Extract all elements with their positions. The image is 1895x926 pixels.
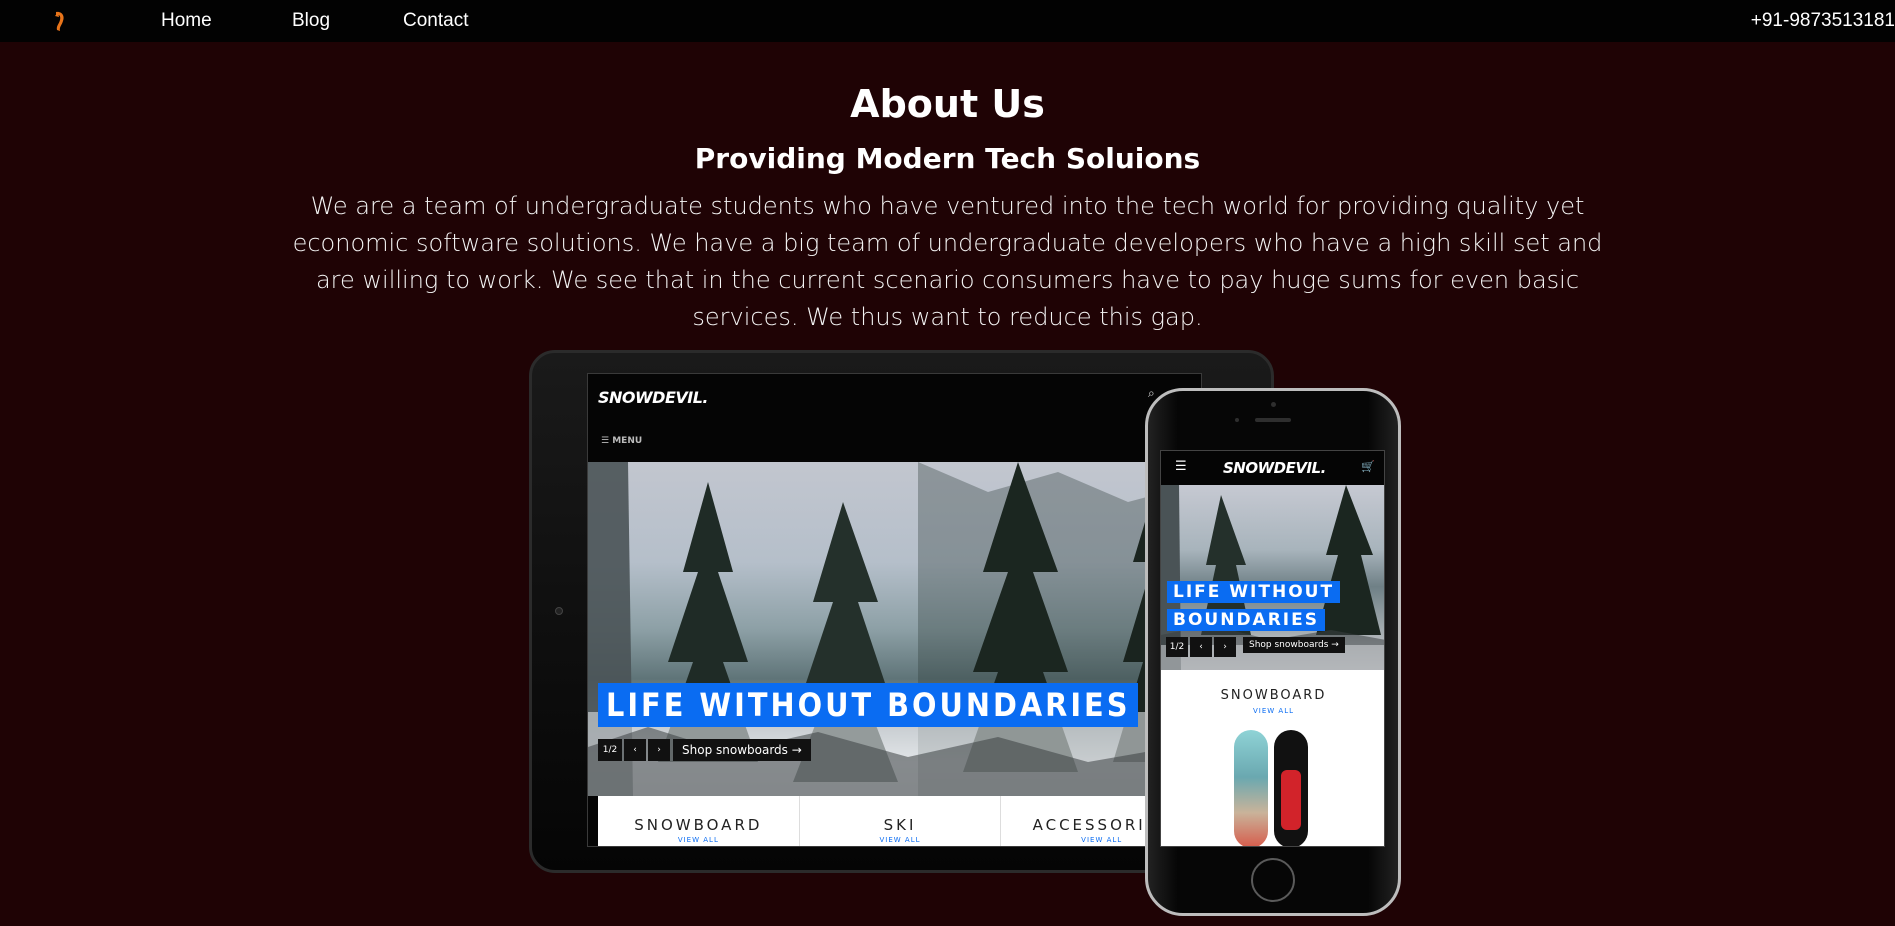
phone-brand-logo: SNOWDEVIL. [1223, 459, 1326, 477]
logo-icon[interactable] [50, 9, 70, 33]
nav-blog-link[interactable]: Blog [292, 10, 330, 32]
phone-prev-button[interactable]: ‹ [1190, 637, 1212, 657]
phone-slide-pager: 1/2 [1166, 637, 1188, 657]
cart-icon: 🛒 [1361, 460, 1375, 473]
category-card[interactable]: SNOWBOARD VIEW ALL [598, 796, 800, 846]
nav-contact-link[interactable]: Contact [403, 10, 468, 32]
search-icon: ⌕ [1148, 386, 1155, 400]
view-all-link[interactable]: VIEW ALL [800, 836, 1001, 844]
phone-hero-line2: BOUNDARIES [1167, 609, 1325, 631]
phone-next-button[interactable]: › [1214, 637, 1236, 657]
tablet-prev-button[interactable]: ‹ [624, 739, 646, 761]
phone-home-button [1251, 858, 1295, 902]
tablet-menu: ☰ MENU [601, 436, 642, 446]
nav-home-link[interactable]: Home [161, 10, 212, 32]
tablet-camera [555, 607, 563, 615]
phone-shop-button[interactable]: Shop snowboards → [1243, 637, 1345, 653]
category-name: SNOWBOARD [634, 816, 763, 834]
phone-view-all-link[interactable]: VIEW ALL [1166, 707, 1381, 715]
phone-screen: ☰ SNOWDEVIL. 🛒 LIFE WITHOUT BOUNDARIES 1… [1160, 450, 1385, 847]
snowboard-image [1274, 730, 1308, 846]
about-title: About Us [850, 82, 1045, 126]
category-card[interactable]: SKI VIEW ALL [800, 796, 1002, 846]
phone-camera [1271, 402, 1276, 407]
tablet-categories: SNOWBOARD VIEW ALL SKI VIEW ALL ACCESSOR… [598, 796, 1201, 846]
phone-sensor [1235, 418, 1239, 422]
tablet-next-button[interactable]: › [648, 739, 670, 761]
tablet-site-header: SNOWDEVIL. ⌕ ☰ MENU [588, 374, 1201, 462]
category-name: SKI [883, 816, 917, 834]
hamburger-icon: ☰ [1175, 459, 1187, 474]
tablet-hero-image: LIFE WITHOUT BOUNDARIES 1/2 ‹ › Shop sno… [588, 462, 1201, 796]
tablet-menu-label: MENU [612, 436, 643, 446]
phone-number[interactable]: +91-9873513181 [1751, 10, 1895, 32]
phone-category-name: SNOWBOARD [1220, 688, 1327, 703]
about-description: We are a team of undergraduate students … [292, 192, 1603, 331]
tablet-shop-button[interactable]: Shop snowboards → [673, 739, 811, 761]
about-subtitle: Providing Modern Tech Soluions [694, 142, 1201, 175]
view-all-link[interactable]: VIEW ALL [598, 836, 799, 844]
phone-hero-line1: LIFE WITHOUT [1167, 581, 1341, 603]
tablet-brand-logo: SNOWDEVIL. [598, 388, 708, 407]
snowboard-image [1234, 730, 1268, 846]
tablet-screen: SNOWDEVIL. ⌕ ☰ MENU LIFE WITHOUT BOUNDAR… [587, 373, 1202, 847]
top-nav: Home Blog Contact +91-9873513181 [0, 0, 1895, 42]
phone-category-card[interactable]: SNOWBOARD VIEW ALL [1166, 670, 1381, 846]
phone-site-header: ☰ SNOWDEVIL. 🛒 [1161, 451, 1384, 485]
tablet-hero-headline: LIFE WITHOUT BOUNDARIES [598, 683, 1139, 727]
hamburger-icon: ☰ [601, 436, 610, 446]
tablet-slide-pager: 1/2 [598, 739, 622, 761]
phone-speaker [1255, 418, 1291, 422]
